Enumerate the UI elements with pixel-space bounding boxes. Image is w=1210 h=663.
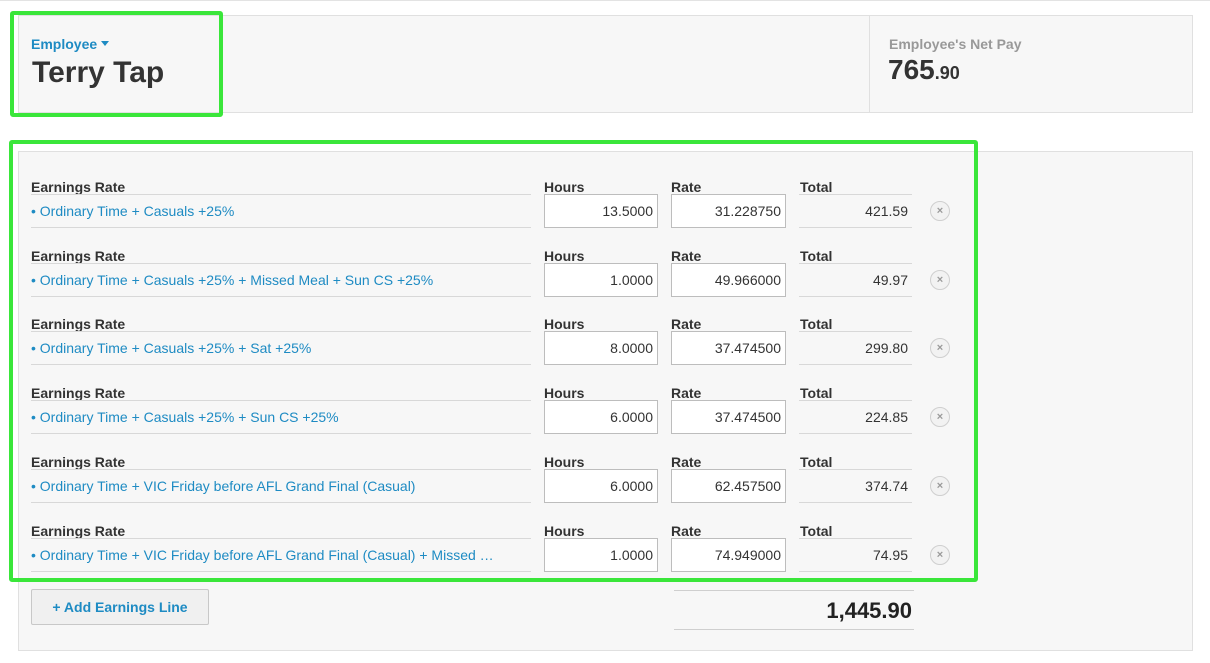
grand-total: 1,445.90: [674, 590, 914, 630]
net-pay-cents: .90: [934, 63, 960, 83]
net-pay-whole: 765: [888, 54, 935, 85]
net-pay-value: 765.90: [888, 54, 960, 86]
add-earnings-line-button[interactable]: + Add Earnings Line: [31, 589, 209, 625]
top-divider: [0, 0, 1210, 1]
earnings-highlight: [9, 140, 978, 582]
net-pay-label: Employee's Net Pay: [889, 36, 1022, 52]
employee-highlight: [10, 11, 223, 117]
